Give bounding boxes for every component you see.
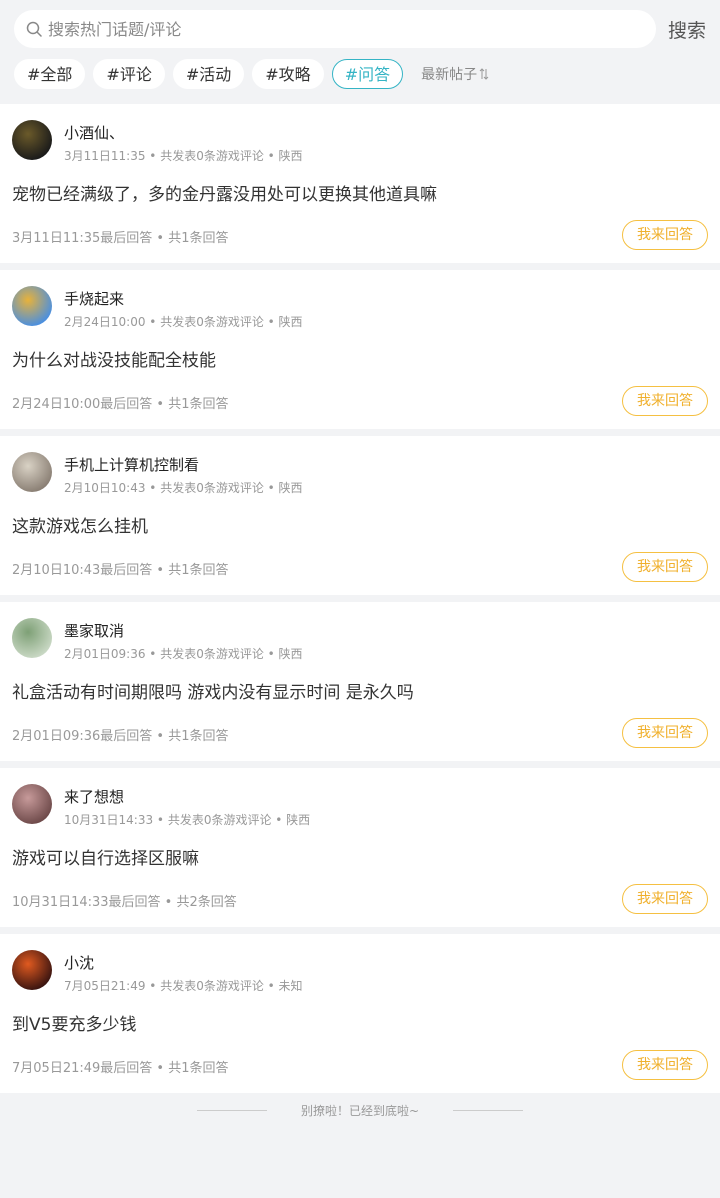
tag-qa[interactable]: #问答 bbox=[331, 59, 404, 89]
sort-arrows-icon bbox=[479, 68, 489, 80]
divider-right bbox=[453, 1109, 524, 1111]
post-meta: 2月01日09:36 • 共发表0条游戏评论 • 陕西 bbox=[64, 647, 303, 661]
username[interactable]: 墨家取消 bbox=[64, 620, 124, 641]
post-meta: 3月11日11:35 • 共发表0条游戏评论 • 陕西 bbox=[64, 149, 303, 163]
post-title[interactable]: 到Ⅴ5要充多少钱 bbox=[12, 1010, 136, 1035]
username[interactable]: 小酒仙、 bbox=[64, 122, 124, 143]
tag-activity[interactable]: #活动 bbox=[172, 59, 245, 89]
reply-button[interactable]: 我来回答 bbox=[622, 884, 708, 914]
post-card[interactable]: 来了想想 10月31日14:33 • 共发表0条游戏评论 • 陕西 游戏可以自行… bbox=[0, 768, 720, 927]
sort-label: 最新帖子 bbox=[421, 67, 478, 83]
search-input[interactable] bbox=[48, 19, 656, 39]
post-title[interactable]: 为什么对战没技能配全枝能 bbox=[12, 346, 216, 371]
reply-button[interactable]: 我来回答 bbox=[622, 552, 708, 582]
top-bar: 搜索 #全部 #评论 #活动 #攻略 #问答 最新帖子 bbox=[0, 0, 720, 104]
post-title[interactable]: 这款游戏怎么挂机 bbox=[12, 512, 148, 537]
username[interactable]: 手烧起来 bbox=[64, 288, 124, 309]
post-list: 小酒仙、 3月11日11:35 • 共发表0条游戏评论 • 陕西 宠物已经满级了… bbox=[0, 104, 720, 1093]
post-footer: 2月01日09:36最后回答 • 共1条回答 bbox=[12, 729, 229, 744]
search-box[interactable] bbox=[14, 10, 656, 48]
post-meta: 2月10日10:43 • 共发表0条游戏评论 • 陕西 bbox=[64, 481, 303, 495]
post-card[interactable]: 手机上计算机控制看 2月10日10:43 • 共发表0条游戏评论 • 陕西 这款… bbox=[0, 436, 720, 595]
post-card[interactable]: 小酒仙、 3月11日11:35 • 共发表0条游戏评论 • 陕西 宠物已经满级了… bbox=[0, 104, 720, 263]
post-title[interactable]: 游戏可以自行选择区服嘛 bbox=[12, 844, 199, 869]
post-meta: 10月31日14:33 • 共发表0条游戏评论 • 陕西 bbox=[64, 813, 311, 827]
avatar[interactable] bbox=[12, 452, 52, 492]
post-title[interactable]: 礼盒活动有时间期限吗 游戏内没有显示时间 是永久吗 bbox=[12, 678, 414, 703]
post-card[interactable]: 手烧起来 2月24日10:00 • 共发表0条游戏评论 • 陕西 为什么对战没技… bbox=[0, 270, 720, 429]
avatar[interactable] bbox=[12, 120, 52, 160]
tag-guide[interactable]: #攻略 bbox=[252, 59, 324, 89]
reply-button[interactable]: 我来回答 bbox=[622, 718, 708, 748]
reply-button[interactable]: 我来回答 bbox=[622, 386, 708, 416]
post-card[interactable]: 小沈 7月05日21:49 • 共发表0条游戏评论 • 未知 到Ⅴ5要充多少钱 … bbox=[0, 934, 720, 1093]
post-footer: 2月24日10:00最后回答 • 共1条回答 bbox=[12, 397, 229, 412]
post-footer: 2月10日10:43最后回答 • 共1条回答 bbox=[12, 563, 229, 578]
end-of-list: 别撩啦！已经到底啦~ bbox=[0, 1093, 720, 1127]
reply-button[interactable]: 我来回答 bbox=[622, 220, 708, 250]
post-meta: 7月05日21:49 • 共发表0条游戏评论 • 未知 bbox=[64, 979, 303, 993]
post-card[interactable]: 墨家取消 2月01日09:36 • 共发表0条游戏评论 • 陕西 礼盒活动有时间… bbox=[0, 602, 720, 761]
search-button[interactable]: 搜索 bbox=[668, 16, 706, 43]
username[interactable]: 小沈 bbox=[64, 952, 94, 973]
reply-button[interactable]: 我来回答 bbox=[622, 1050, 708, 1080]
post-title[interactable]: 宠物已经满级了，多的金丹露没用处可以更换其他道具嘛 bbox=[12, 180, 437, 205]
avatar[interactable] bbox=[12, 618, 52, 658]
avatar[interactable] bbox=[12, 950, 52, 990]
tag-filter-bar: #全部 #评论 #活动 #攻略 #问答 最新帖子 bbox=[14, 59, 489, 89]
post-meta: 2月24日10:00 • 共发表0条游戏评论 • 陕西 bbox=[64, 315, 303, 329]
tag-review[interactable]: #评论 bbox=[93, 59, 165, 89]
sort-dropdown[interactable]: 最新帖子 bbox=[421, 64, 489, 84]
username[interactable]: 手机上计算机控制看 bbox=[64, 454, 199, 475]
tag-all[interactable]: #全部 bbox=[14, 59, 86, 89]
post-footer: 3月11日11:35最后回答 • 共1条回答 bbox=[12, 231, 229, 246]
avatar[interactable] bbox=[12, 784, 52, 824]
avatar[interactable] bbox=[12, 286, 52, 326]
search-icon bbox=[26, 21, 42, 37]
divider-left bbox=[196, 1109, 267, 1111]
end-text: 别撩啦！已经到底啦~ bbox=[300, 1103, 420, 1118]
post-footer: 7月05日21:49最后回答 • 共1条回答 bbox=[12, 1061, 229, 1076]
username[interactable]: 来了想想 bbox=[64, 786, 124, 807]
post-footer: 10月31日14:33最后回答 • 共2条回答 bbox=[12, 895, 237, 910]
